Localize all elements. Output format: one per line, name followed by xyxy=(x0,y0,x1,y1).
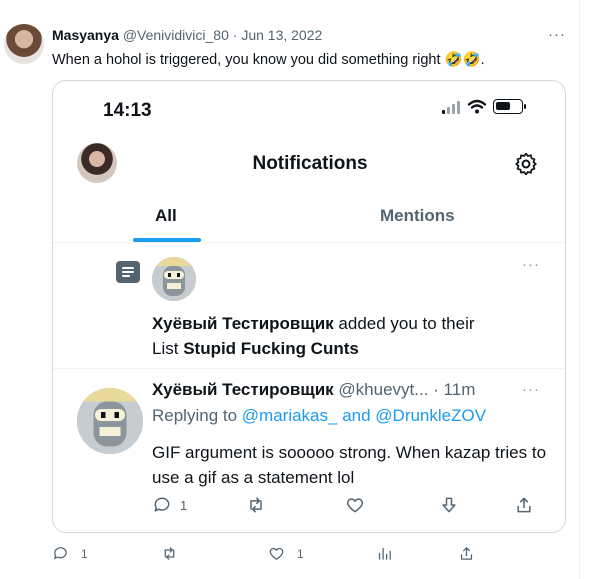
mention-link[interactable]: @mariakas_ xyxy=(242,406,338,425)
mention-link[interactable]: @DrunkleZOV xyxy=(375,406,486,425)
retweet-icon xyxy=(164,547,175,560)
downvote-icon xyxy=(442,497,456,513)
reply-count: 1 xyxy=(180,497,188,513)
status-icons xyxy=(441,99,526,114)
reply-count: 1 xyxy=(81,546,88,561)
share-icon xyxy=(517,497,531,513)
tweet-text: When a hohol is triggered, you know you … xyxy=(52,52,485,68)
retweet-button[interactable] xyxy=(246,495,274,515)
more-options-icon[interactable]: ··· xyxy=(522,256,540,273)
analytics-button[interactable] xyxy=(376,545,393,562)
avatar[interactable] xyxy=(4,24,44,64)
tweet-header: Masyanya @Venividivici_80 · Jun 13, 2022 xyxy=(52,27,322,43)
heart-icon xyxy=(269,547,284,560)
gear-icon[interactable] xyxy=(513,151,539,177)
share-button[interactable] xyxy=(458,545,475,562)
page-title: Notifications xyxy=(252,153,368,174)
share-button[interactable] xyxy=(514,495,534,515)
list-name[interactable]: Stupid Fucking Cunts xyxy=(183,339,359,358)
reply-button[interactable]: 1 xyxy=(152,495,187,515)
like-button[interactable]: 1 xyxy=(268,545,304,562)
tweet-actions: 1 xyxy=(53,495,565,517)
downvote-button[interactable] xyxy=(439,495,459,515)
reply-icon xyxy=(154,497,170,512)
retweet-button[interactable] xyxy=(161,545,190,562)
battery-icon xyxy=(493,99,526,114)
heart-icon xyxy=(346,498,364,513)
replying-to-label: Replying to xyxy=(152,406,242,425)
signal-icon xyxy=(442,100,460,114)
and-label: and xyxy=(337,406,376,425)
author-handle[interactable]: @khuevyt... xyxy=(338,380,428,399)
like-button[interactable] xyxy=(345,495,373,515)
reply-tweet-header: Хуёвый Тестировщик @khuevyt... · 11m xyxy=(152,380,475,400)
author-name[interactable]: Masyanya xyxy=(52,27,119,43)
replying-to: Replying to @mariakas_ and @DrunkleZOV xyxy=(152,406,486,426)
author-handle[interactable]: @Venividivici_80 xyxy=(123,27,229,43)
tab-mentions[interactable]: Mentions xyxy=(380,206,455,226)
reply-tweet-text: GIF argument is sooooo strong. When kaza… xyxy=(152,443,547,487)
list-icon xyxy=(116,261,140,283)
more-options-icon[interactable]: ··· xyxy=(522,381,540,398)
like-count: 1 xyxy=(297,546,304,561)
retweet-icon xyxy=(250,497,262,513)
status-time: 14:13 xyxy=(103,100,152,121)
attached-screenshot[interactable]: 14:13 Notifications All Mentions ··· Хуё… xyxy=(52,80,566,533)
actor-avatar[interactable] xyxy=(152,257,196,301)
notification-text: Хуёвый Тестировщик added you to their Li… xyxy=(152,311,542,361)
tab-all[interactable]: All xyxy=(155,206,177,226)
dot-separator: · xyxy=(428,380,444,399)
share-icon xyxy=(460,547,473,560)
author-name[interactable]: Хуёвый Тестировщик xyxy=(152,380,334,399)
tweet-date[interactable]: Jun 13, 2022 xyxy=(241,27,322,43)
divider xyxy=(53,368,565,369)
actor-name[interactable]: Хуёвый Тестировщик xyxy=(152,314,334,333)
dot-separator: · xyxy=(228,27,242,43)
list-prefix: List xyxy=(152,339,184,358)
tweet-actions: 1 1 xyxy=(0,545,598,569)
reply-icon xyxy=(54,547,67,560)
reply-button[interactable]: 1 xyxy=(52,545,88,562)
author-avatar[interactable] xyxy=(77,388,143,454)
tweet-time[interactable]: 11m xyxy=(444,380,476,399)
notification-action: added you to their xyxy=(333,314,475,333)
more-options-icon[interactable]: ··· xyxy=(548,26,566,43)
divider xyxy=(53,242,565,243)
column-divider xyxy=(579,0,580,579)
wifi-icon xyxy=(467,99,487,114)
analytics-icon xyxy=(378,547,391,560)
